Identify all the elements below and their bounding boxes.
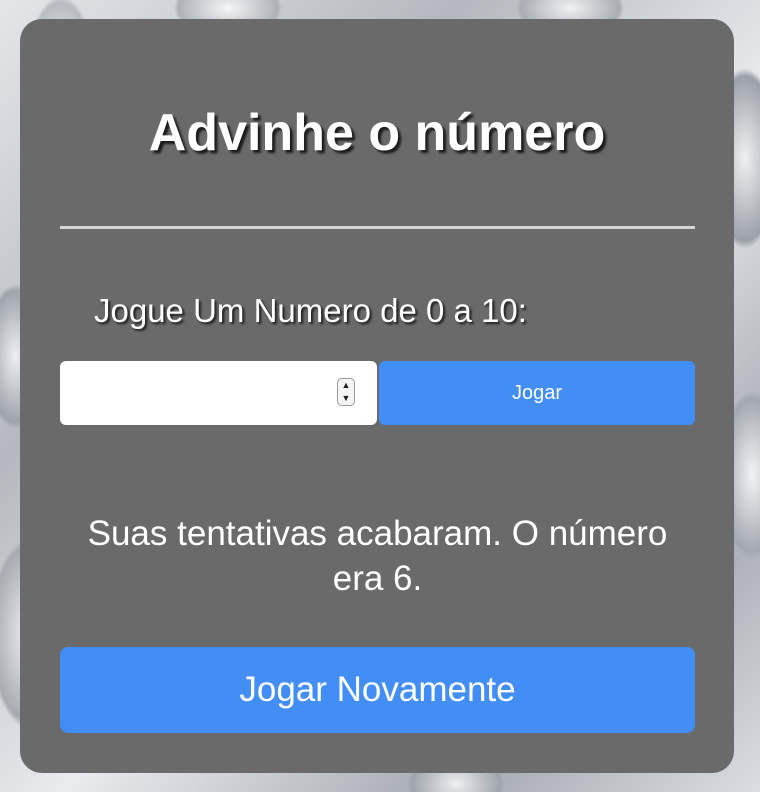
chevron-up-icon[interactable]: ▲ bbox=[338, 379, 354, 392]
play-again-button[interactable]: Jogar Novamente bbox=[60, 647, 695, 733]
play-button[interactable]: Jogar bbox=[379, 361, 695, 425]
number-spinner[interactable]: ▲ ▼ bbox=[337, 378, 355, 406]
guess-number-input[interactable]: ▲ ▼ bbox=[60, 361, 377, 425]
page-title: Advinhe o número bbox=[148, 104, 606, 162]
result-message: Suas tentativas acabaram. O número era 6… bbox=[87, 514, 668, 598]
divider bbox=[60, 226, 695, 229]
game-card: Advinhe o número Jogue Um Numero de 0 a … bbox=[20, 19, 734, 773]
chevron-down-icon[interactable]: ▼ bbox=[338, 392, 354, 405]
guess-prompt-label: Jogue Um Numero de 0 a 10: bbox=[94, 292, 527, 329]
